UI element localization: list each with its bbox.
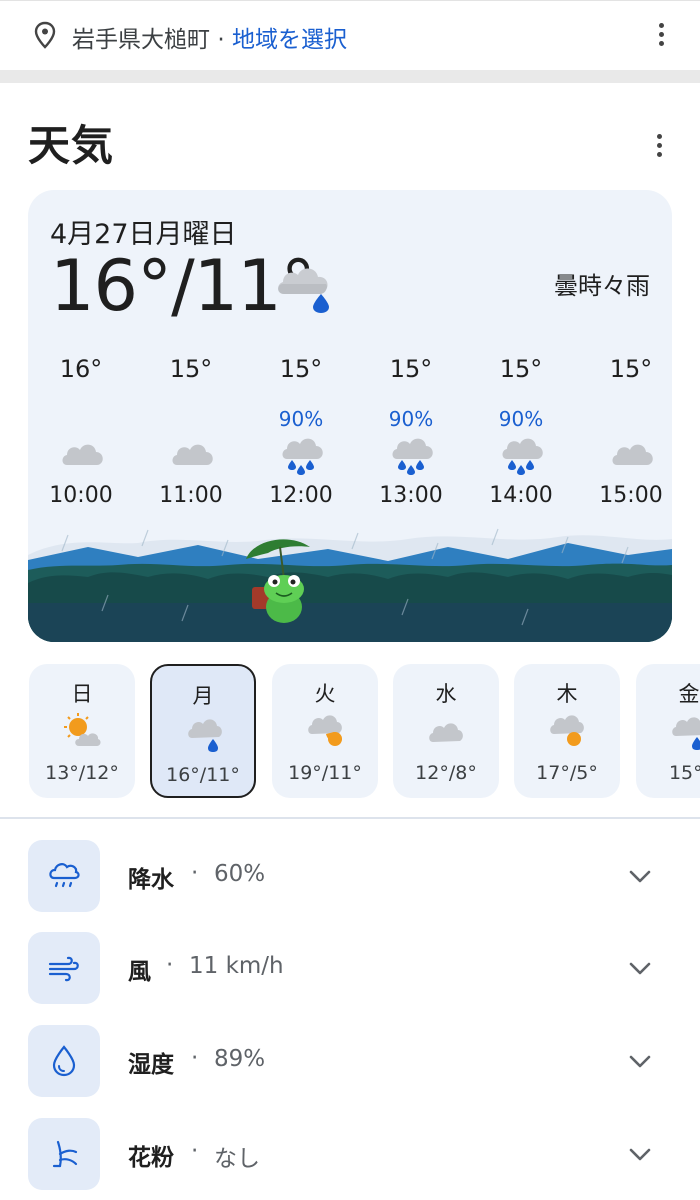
detail-row-precipitation[interactable]: 降水 · 60% [0,840,700,912]
hourly-time: 15:00 [599,483,663,508]
condition-text: 曇時々雨 [554,272,650,300]
day-name: 月 [192,684,214,708]
day-tab-selected[interactable]: 月 16°/11° [150,664,256,798]
detail-value: なし [214,1146,260,1172]
chevron-down-icon[interactable] [626,1142,654,1166]
weather-card[interactable]: 4月27日月曜日 16°/11° 曇時々雨 16° 10:00 15° 11:0… [28,190,672,642]
chevron-down-icon[interactable] [626,1049,654,1073]
detail-label: 湿度 [128,1052,174,1078]
detail-label: 降水 [128,867,174,893]
divider-band [0,70,700,83]
day-temps: 17°/5° [536,762,598,784]
hourly-time: 14:00 [489,483,553,508]
location-pin-icon [34,21,56,49]
precipitation-icon-box [28,840,100,912]
cloud-heavy-rain-icon [502,438,543,475]
sun-cloud-icon [64,713,101,746]
hourly-precip: 90% [278,407,324,431]
hourly-precip: 90% [498,407,544,431]
location-more-icon[interactable] [657,23,665,49]
daily-forecast-tabs: 日 13°/12° 月 16°/11° 火 19°/11° 水 12°/8° 木 [0,662,700,800]
location-line: 岩手県大槌町 · 地域を選択 [72,20,347,54]
hourly-temp: 15° [169,355,213,383]
hourly-item: 15° 11:00 [146,355,236,515]
day-temps: 12°/8° [415,762,477,784]
day-tab[interactable]: 金 15°/ [636,664,700,798]
cloud-icon [172,444,213,465]
day-tab[interactable]: 木 17°/5° [514,664,620,798]
location-bar: 岩手県大槌町 · 地域を選択 [0,0,700,70]
location-name: 岩手県大槌町 [72,27,210,53]
day-temps: 15°/ [668,762,700,784]
detail-row-humidity[interactable]: 湿度 · 89% [0,1025,700,1097]
detail-label: 風 [128,959,151,985]
detail-separator: · [191,860,199,886]
hourly-temp: 15° [389,355,433,383]
day-name: 日 [71,682,93,706]
cloud-icon [612,444,653,465]
detail-value: 60% [214,861,266,887]
cloud-sun-icon [308,715,342,746]
day-name: 水 [435,682,457,706]
wind-icon-box [28,932,100,1004]
detail-value: 11 km/h [189,953,284,979]
cloud-rain-icon [188,719,222,752]
rainy-landscape-illustration [28,525,672,642]
cloud-heavy-rain-icon [392,438,433,475]
hourly-time: 11:00 [159,483,223,508]
detail-separator: · [166,952,174,978]
cloud-icon [429,723,463,742]
hourly-time: 10:00 [49,483,113,508]
hourly-temp: 16° [59,355,103,383]
hourly-item: 15° 90% 13:00 [366,355,456,515]
day-tab[interactable]: 水 12°/8° [393,664,499,798]
chevron-down-icon[interactable] [626,864,654,888]
cloud-heavy-rain-icon [282,438,323,475]
cloud-rain-icon [278,268,329,313]
location-separator: · [217,27,225,53]
detail-row-wind[interactable]: 風 · 11 km/h [0,932,700,1004]
hourly-time: 12:00 [269,483,333,508]
hourly-item: 16° 10:00 [36,355,126,515]
day-tab[interactable]: 日 13°/12° [29,664,135,798]
page-title: 天気 [28,121,115,170]
chevron-down-icon[interactable] [626,956,654,980]
cloud-sun-icon [550,715,584,746]
hourly-temp: 15° [279,355,323,383]
wind-icon [48,956,79,982]
day-tab[interactable]: 火 19°/11° [272,664,378,798]
detail-separator: · [191,1138,199,1164]
hourly-item: 15° 15:00 [586,355,672,515]
select-region-link[interactable]: 地域を選択 [232,27,347,53]
day-name: 金 [678,682,700,706]
day-temps: 13°/12° [45,762,119,784]
humidity-icon-box [28,1025,100,1097]
cloud-icon [62,444,103,465]
hourly-precip: 90% [388,407,434,431]
detail-row-pollen[interactable]: 花粉 · なし [0,1118,700,1190]
day-name: 火 [314,682,336,706]
weather-more-icon[interactable] [655,134,663,160]
detail-label: 花粉 [128,1145,174,1171]
hourly-time: 13:00 [379,483,443,508]
detail-separator: · [191,1045,199,1071]
pollen-icon [52,1140,78,1168]
humidity-icon [52,1045,76,1077]
divider [0,817,700,819]
pollen-icon-box [28,1118,100,1190]
detail-value: 89% [214,1046,266,1072]
precipitation-icon [49,863,80,888]
hourly-temp: 15° [499,355,543,383]
day-temps: 16°/11° [166,764,240,786]
day-name: 木 [556,682,578,706]
hourly-item: 15° 90% 14:00 [476,355,566,515]
hourly-item: 15° 90% 12:00 [256,355,346,515]
hourly-temp: 15° [609,355,653,383]
day-temps: 19°/11° [288,762,362,784]
cloud-rain-icon [672,717,700,750]
